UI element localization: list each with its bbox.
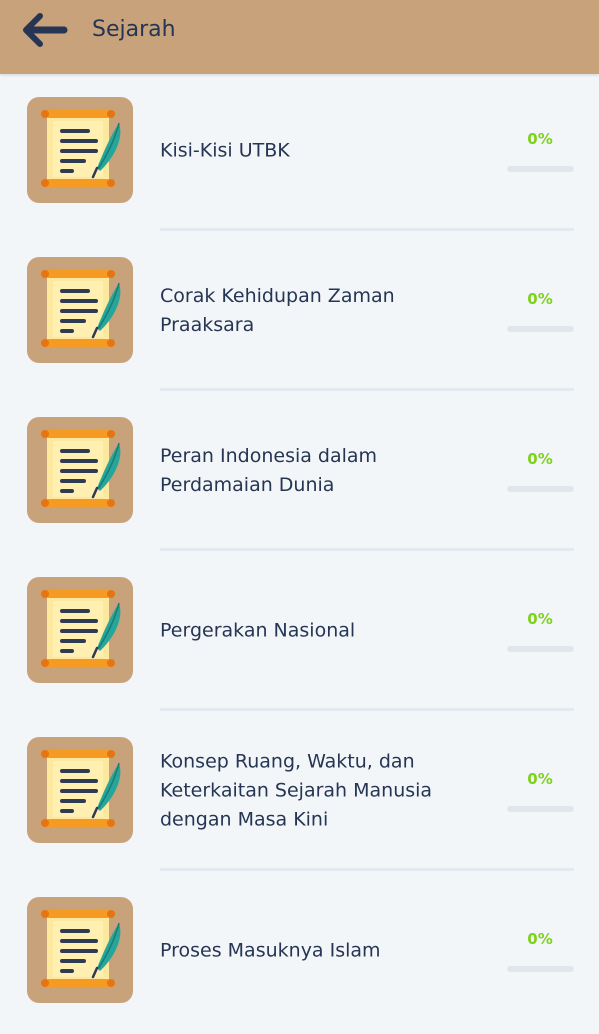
scroll-quill-icon xyxy=(41,750,121,827)
divider xyxy=(160,708,574,711)
scroll-quill-icon xyxy=(41,910,121,987)
progress-bar xyxy=(507,486,574,492)
topic-title: Peran Indonesia dalam Perdamaian Dunia xyxy=(160,445,378,496)
topic-thumbnail xyxy=(27,737,133,843)
topic-item[interactable]: Corak Kehidupan Zaman Praaksara 0% xyxy=(0,234,599,394)
topic-item[interactable]: Proses Masuknya Islam 0% xyxy=(0,874,599,1034)
topic-item[interactable]: Peran Indonesia dalam Perdamaian Dunia 0… xyxy=(0,394,599,554)
scroll-quill-icon xyxy=(41,270,121,347)
topic-title: Corak Kehidupan Zaman Praaksara xyxy=(160,285,395,336)
progress-percent: 0% xyxy=(527,770,553,788)
divider xyxy=(160,388,574,391)
progress-bar xyxy=(507,326,574,332)
topic-title: Kisi-Kisi UTBK xyxy=(160,139,290,162)
progress-percent: 0% xyxy=(527,130,553,148)
arrow-left-icon xyxy=(23,13,68,47)
progress-percent: 0% xyxy=(527,610,553,628)
progress-percent: 0% xyxy=(527,450,553,468)
progress-bar xyxy=(507,646,574,652)
divider xyxy=(160,548,574,551)
topic-title: Proses Masuknya Islam xyxy=(160,939,381,962)
topic-title: Konsep Ruang, Waktu, dan Keterkaitan Sej… xyxy=(160,750,433,831)
topic-thumbnail xyxy=(27,257,133,363)
topic-list: Kisi-Kisi UTBK 0% Corak Kehidupan Zaman … xyxy=(0,74,599,1034)
app-header: Sejarah xyxy=(0,0,599,74)
back-button[interactable] xyxy=(22,10,70,50)
divider xyxy=(160,868,574,871)
progress-percent: 0% xyxy=(527,290,553,308)
progress-percent: 0% xyxy=(527,930,553,948)
topic-item[interactable]: Konsep Ruang, Waktu, dan Keterkaitan Sej… xyxy=(0,714,599,874)
scroll-quill-icon xyxy=(41,430,121,507)
scroll-quill-icon xyxy=(41,110,121,187)
progress-bar xyxy=(507,806,574,812)
progress-bar xyxy=(507,966,574,972)
topic-thumbnail xyxy=(27,97,133,203)
topic-thumbnail xyxy=(27,897,133,1003)
progress-bar xyxy=(507,166,574,172)
divider xyxy=(160,228,574,231)
topic-item[interactable]: Kisi-Kisi UTBK 0% xyxy=(0,74,599,234)
scroll-quill-icon xyxy=(41,590,121,667)
topic-thumbnail xyxy=(27,417,133,523)
topic-item[interactable]: Pergerakan Nasional 0% xyxy=(0,554,599,714)
topic-title: Pergerakan Nasional xyxy=(160,619,356,642)
topic-thumbnail xyxy=(27,577,133,683)
page-title: Sejarah xyxy=(92,17,176,42)
